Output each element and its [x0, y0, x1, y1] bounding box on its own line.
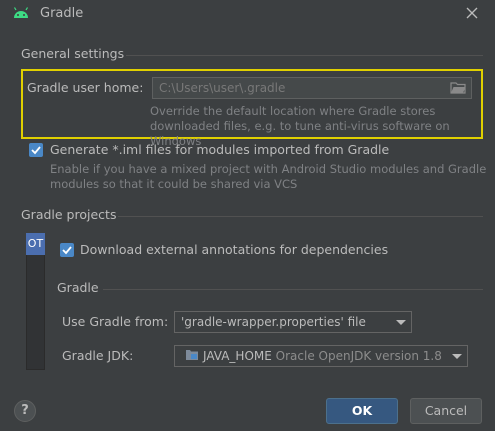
- gradle-user-home-hint-1: Override the default location where Grad…: [150, 104, 436, 118]
- download-annotations-label[interactable]: Download external annotations for depend…: [80, 242, 388, 257]
- gradle-subsection-title: Gradle: [57, 280, 99, 295]
- gradle-jdk-label: Gradle JDK:: [62, 348, 134, 363]
- gradle-user-home-field[interactable]: C:\Users\user\.gradle: [152, 77, 472, 99]
- use-gradle-from-value: 'gradle-wrapper.properties' file: [181, 315, 366, 329]
- divider: [118, 216, 483, 217]
- project-tab[interactable]: OT: [26, 233, 45, 255]
- gradle-jdk-detail: Oracle OpenJDK version 1.8: [275, 349, 442, 363]
- cancel-button[interactable]: Cancel: [410, 398, 482, 424]
- generate-iml-checkbox[interactable]: [29, 143, 43, 157]
- chevron-down-icon: [396, 320, 406, 325]
- generate-iml-hint-2: modules so that it could be shared via V…: [50, 177, 298, 191]
- general-settings-title: General settings: [21, 46, 125, 61]
- chevron-down-icon: [452, 354, 462, 359]
- window-title: Gradle: [40, 6, 84, 21]
- gradle-projects-title: Gradle projects: [21, 207, 117, 222]
- download-annotations-checkbox[interactable]: [60, 243, 74, 257]
- gradle-user-home-label: Gradle user home:: [27, 80, 144, 95]
- divider: [126, 55, 483, 56]
- ok-button[interactable]: OK: [326, 398, 398, 424]
- use-gradle-from-label: Use Gradle from:: [62, 314, 169, 329]
- help-button[interactable]: ?: [14, 400, 36, 422]
- folder-icon[interactable]: [450, 81, 466, 94]
- gradle-jdk-value: JAVA_HOME: [203, 349, 272, 363]
- gradle-jdk-select[interactable]: JAVA_HOME Oracle OpenJDK version 1.8: [174, 345, 468, 367]
- android-icon: [12, 6, 30, 20]
- generate-iml-label[interactable]: Generate *.iml files for modules importe…: [50, 142, 389, 157]
- close-icon[interactable]: [464, 5, 480, 21]
- jdk-folder-icon: [185, 347, 199, 367]
- use-gradle-from-select[interactable]: 'gradle-wrapper.properties' file: [174, 311, 412, 333]
- generate-iml-hint-1: Enable if you have a mixed project with …: [50, 162, 487, 176]
- divider: [103, 289, 483, 290]
